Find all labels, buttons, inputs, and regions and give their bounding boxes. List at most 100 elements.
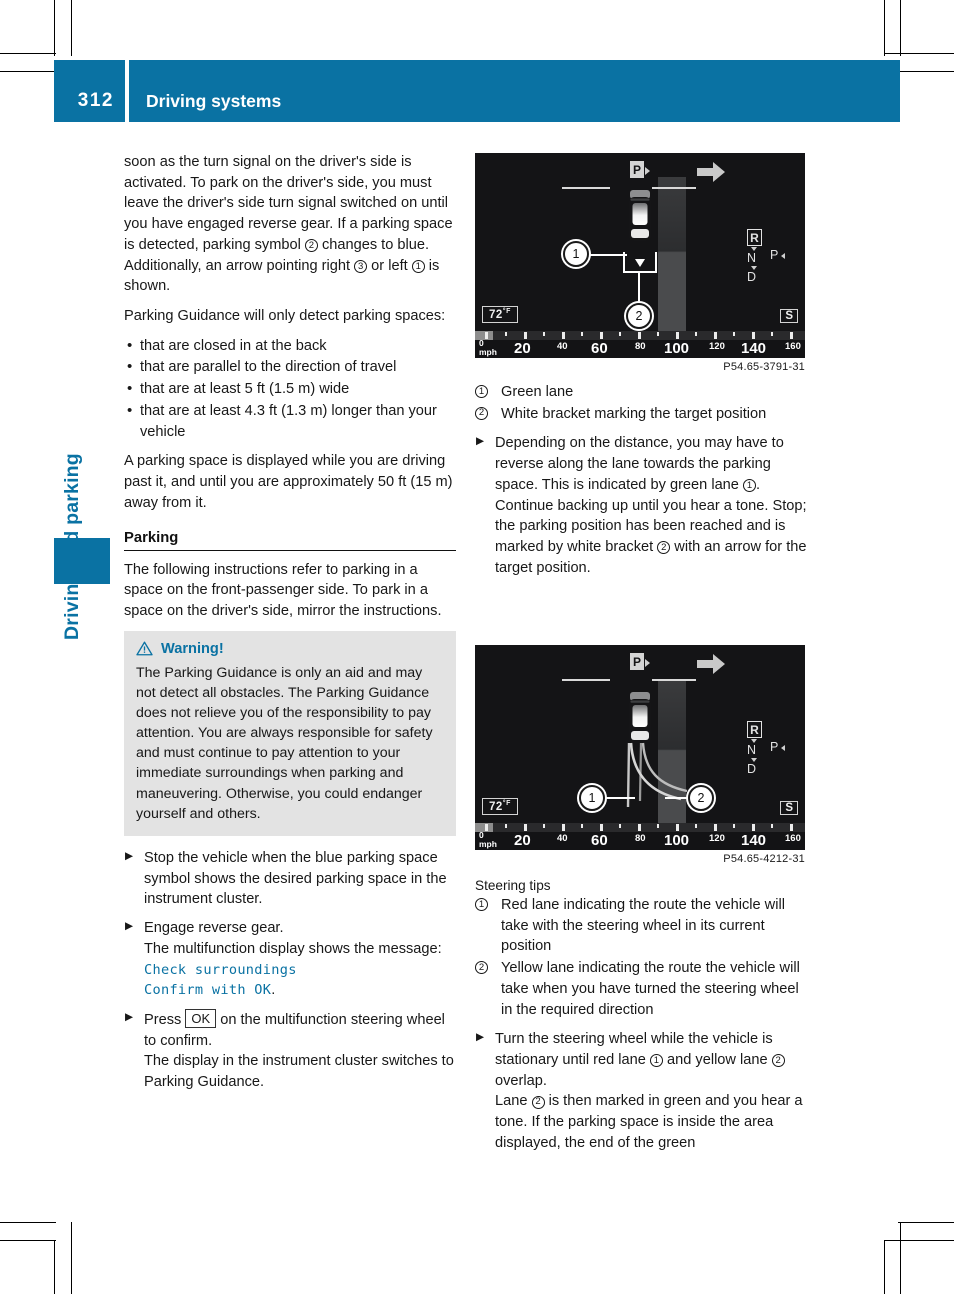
legend-item: 1 Green lane (475, 382, 807, 403)
legend-item: 2 Yellow lane indicating the route the ve… (475, 958, 807, 1020)
crop-mark (884, 1240, 885, 1294)
lane-marking-left (562, 187, 610, 189)
callout-ref-1-c: 1 (649, 1054, 663, 1068)
parking-space-bullet-list: that are closed in at the back that are … (124, 335, 456, 443)
steps-after-figure-1: Depending on the distance, you may have … (475, 433, 807, 578)
crop-mark (0, 53, 56, 54)
callout-1: 1 (563, 241, 589, 267)
speed-label-0: 0 mph (479, 338, 497, 357)
legend-item: 1 Red lane indicating the route the vehic… (475, 895, 807, 957)
step-stop-vehicle: Stop the vehicle when the blue parking s… (124, 848, 456, 910)
gear-d-2: D (747, 762, 757, 777)
outside-temperature-2: 72°F (482, 798, 518, 815)
direction-arrow-icon-2 (697, 654, 725, 674)
speed-label-80-b: 80 (635, 833, 646, 844)
gear-r-2: R (747, 721, 762, 738)
speed-tick-row-2 (475, 823, 805, 832)
list-item: that are parallel to the direction of tr… (124, 356, 456, 378)
speed-label-20-b: 20 (514, 832, 531, 849)
lane-marking-right (652, 187, 696, 189)
crop-mark (884, 53, 954, 54)
parking-sign-icon: P (630, 161, 644, 178)
crop-mark (900, 1222, 901, 1294)
speed-tick-row (475, 331, 805, 340)
parking-steps-list: Stop the vehicle when the blue parking s… (124, 848, 456, 1093)
callout-ref-3: 3 (354, 259, 368, 273)
callout-ref-2: 2 (657, 541, 671, 555)
speed-label-120: 120 (709, 341, 725, 352)
callout-leader-1-fig2 (603, 797, 635, 799)
crop-mark (884, 1240, 954, 1241)
instrument-cluster-figure-1: P R N D P 72°F S 0 mph 20 40 60 80 100 1… (475, 153, 805, 373)
detect-spaces-paragraph: Parking Guidance will only detect parkin… (124, 308, 446, 325)
transmission-mode-badge-2: S (780, 801, 798, 815)
gear-p-2: P (770, 740, 779, 754)
gear-r: R (747, 229, 762, 246)
step-press-ok: Press OK on the multifunction steering w… (124, 1008, 456, 1093)
outside-temperature: 72°F (482, 306, 518, 323)
speed-label-100: 100 (664, 340, 690, 357)
parking-intro-paragraph: The following instructions refer to park… (124, 561, 442, 619)
lane-marking-right-2 (652, 679, 696, 681)
display-message-line2: Confirm with OK (144, 982, 272, 999)
warning-header: Warning! (136, 641, 444, 657)
legend-num-1: 1 (475, 385, 488, 398)
right-column-text-1: 1 Green lane 2 White bracket marking the t… (475, 382, 807, 586)
step-turn-steering-wheel: Turn the steering wheel while the vehicl… (475, 1029, 807, 1153)
callout-leader-1 (587, 254, 627, 256)
crop-mark (884, 0, 885, 56)
list-item: that are at least 5 ft (1.5 m) wide (124, 378, 456, 400)
step-reverse-along-lane: Depending on the distance, you may have … (475, 433, 807, 578)
intro-paragraph: soon as the turn signal on the driver's … (124, 154, 453, 295)
parking-sign-icon-2: P (630, 653, 644, 670)
gear-arrow-left-icon (781, 252, 786, 259)
speed-label-80: 80 (635, 341, 646, 352)
gear-p-row-2: P (770, 740, 786, 754)
parking-sign-arrow-icon (645, 167, 650, 175)
crop-mark (54, 1240, 55, 1294)
section-heading-parking: Parking (124, 529, 179, 546)
list-item: that are at least 4.3 ft (1.3 m) longer … (124, 400, 456, 442)
crop-mark (900, 0, 901, 56)
speedometer-bar-1: 0 mph 20 40 60 80 100 120 140 160 (475, 331, 805, 358)
figure-caption-2: P54.65-4212-31 (723, 853, 805, 865)
crop-mark (71, 1222, 72, 1294)
parking-sign-arrow-icon-2 (645, 659, 650, 667)
header-title-container: Driving systems (129, 60, 900, 122)
steps-after-figure-2: Turn the steering wheel while the vehicl… (475, 1029, 807, 1153)
warning-title: Warning! (161, 640, 224, 657)
callout-2-fig2: 2 (688, 785, 714, 811)
speed-label-120-b: 120 (709, 833, 725, 844)
legend-list-1: 1 Green lane 2 White bracket marking the t… (475, 382, 807, 424)
warning-body: The Parking Guidance is only an aid and … (136, 664, 433, 822)
display-message-line1: Check surroundings (144, 961, 297, 978)
crop-mark (0, 71, 56, 72)
vehicle-top-view-icon (628, 190, 652, 241)
gear-selector-indicator: R N D P (747, 229, 795, 284)
speedometer-bar-2: 0 mph 20 40 60 80 100 120 140 160 (475, 823, 805, 850)
transmission-mode-badge: S (780, 309, 798, 323)
step-engage-reverse: Engage reverse gear. The multifunction d… (124, 918, 456, 1001)
instrument-cluster-display-2: P R N D P 72°F S 0 mph 20 40 60 80 100 1… (475, 645, 805, 850)
speed-label-140: 140 (741, 340, 767, 357)
speed-label-60-b: 60 (591, 832, 608, 849)
target-position-bracket (623, 252, 657, 273)
warning-box: Warning! The Parking Guidance is only an… (124, 630, 456, 836)
callout-1-fig2: 1 (579, 785, 605, 811)
speed-label-20: 20 (514, 340, 531, 357)
speed-label-100-b: 100 (664, 832, 690, 849)
left-column: soon as the turn signal on the driver's … (124, 152, 456, 1101)
ok-key-button[interactable]: OK (185, 1008, 217, 1029)
callout-ref-1: 1 (742, 479, 756, 493)
instrument-cluster-display-1: P R N D P 72°F S 0 mph 20 40 60 80 100 1… (475, 153, 805, 358)
speed-label-40-b: 40 (557, 833, 568, 844)
gear-d: D (747, 270, 757, 285)
crop-mark (0, 1240, 56, 1241)
speed-label-160-b: 160 (785, 833, 801, 844)
warning-triangle-icon (136, 641, 153, 656)
speed-label-160: 160 (785, 341, 801, 352)
lane-marking-left-2 (562, 679, 610, 681)
speed-label-row-2: 0 mph 20 40 60 80 100 120 140 160 (475, 831, 805, 850)
page-number: 312 (54, 60, 125, 122)
crop-mark (71, 0, 72, 56)
